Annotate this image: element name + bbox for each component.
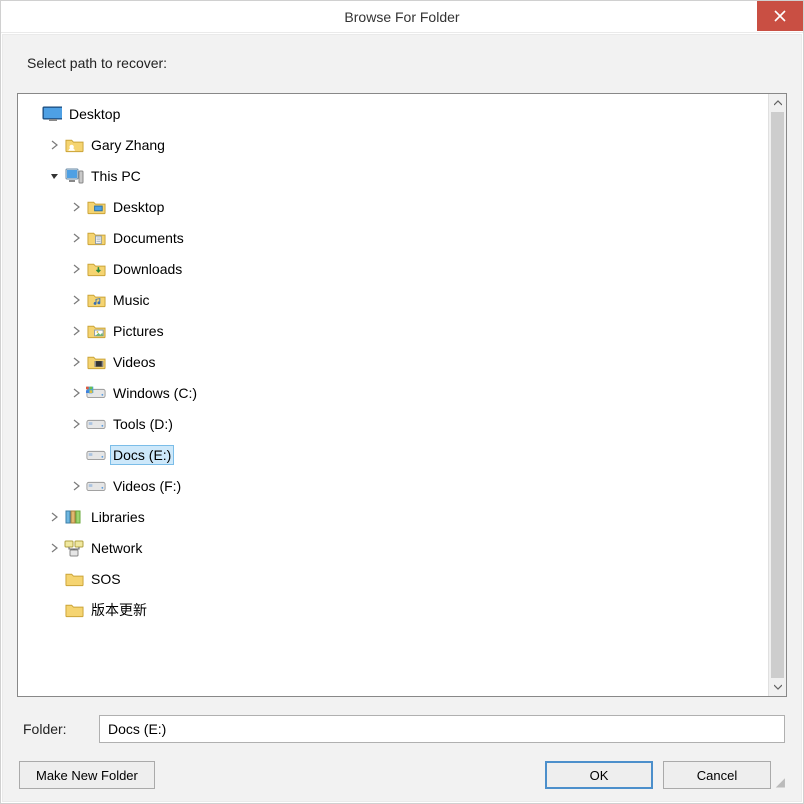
libfolder-desktop-icon	[86, 197, 106, 217]
tree-item[interactable]: This PC	[18, 160, 768, 191]
dialog-content: Select path to recover: Desktop Gary Zhan…	[2, 34, 802, 802]
tree-item-label: SOS	[88, 569, 124, 589]
chevron-right-icon[interactable]	[70, 481, 84, 491]
chevron-right-icon[interactable]	[70, 357, 84, 367]
tree-item[interactable]: Pictures	[18, 315, 768, 346]
close-button[interactable]	[757, 1, 803, 31]
window-title: Browse For Folder	[1, 9, 803, 25]
scroll-thumb[interactable]	[771, 112, 784, 678]
drive-icon	[86, 476, 106, 496]
ok-button[interactable]: OK	[545, 761, 653, 789]
chevron-down-icon	[774, 684, 782, 690]
folder-tree[interactable]: Desktop Gary Zhang This PC Desktop Documents…	[18, 94, 768, 696]
chevron-right-icon[interactable]	[70, 388, 84, 398]
tree-item-label: Videos (F:)	[110, 476, 184, 496]
tree-item[interactable]: Music	[18, 284, 768, 315]
chevron-right-icon[interactable]	[70, 326, 84, 336]
instruction-label: Select path to recover:	[27, 55, 777, 71]
tree-item-label: Pictures	[110, 321, 167, 341]
folder-input[interactable]	[99, 715, 785, 743]
make-new-folder-button[interactable]: Make New Folder	[19, 761, 155, 789]
network-icon	[64, 538, 84, 558]
tree-item-label: Gary Zhang	[88, 135, 168, 155]
tree-item[interactable]: Videos (F:)	[18, 470, 768, 501]
tree-item-label: 版本更新	[88, 598, 150, 622]
tree-item-label: Desktop	[110, 197, 167, 217]
drive-icon	[86, 414, 106, 434]
folder-field-label: Folder:	[19, 721, 99, 737]
scroll-up-arrow[interactable]	[769, 94, 786, 112]
libfolder-vids-icon	[86, 352, 106, 372]
cancel-button[interactable]: Cancel	[663, 761, 771, 789]
tree-item[interactable]: Desktop	[18, 98, 768, 129]
tree-item-label: Docs (E:)	[110, 445, 174, 465]
chevron-right-icon[interactable]	[70, 202, 84, 212]
chevron-down-icon[interactable]	[48, 171, 62, 181]
folder-tree-container: Desktop Gary Zhang This PC Desktop Documents…	[17, 93, 787, 697]
tree-item-label: This PC	[88, 166, 144, 186]
folder-field-row: Folder:	[19, 715, 785, 743]
chevron-right-icon[interactable]	[70, 419, 84, 429]
tree-item[interactable]: Desktop	[18, 191, 768, 222]
tree-item[interactable]: Gary Zhang	[18, 129, 768, 160]
pc-icon	[64, 166, 84, 186]
tree-item[interactable]: Tools (D:)	[18, 408, 768, 439]
chevron-right-icon[interactable]	[48, 512, 62, 522]
tree-item[interactable]: SOS	[18, 563, 768, 594]
tree-item[interactable]: Downloads	[18, 253, 768, 284]
drive-icon	[86, 445, 106, 465]
tree-item[interactable]: Videos	[18, 346, 768, 377]
vertical-scrollbar[interactable]	[768, 94, 786, 696]
chevron-up-icon	[774, 100, 782, 106]
tree-item[interactable]: Network	[18, 532, 768, 563]
browse-folder-dialog: Browse For Folder Select path to recover…	[0, 0, 804, 804]
chevron-right-icon[interactable]	[70, 233, 84, 243]
scroll-down-arrow[interactable]	[769, 678, 786, 696]
titlebar: Browse For Folder	[1, 1, 803, 33]
libfolder-music-icon	[86, 290, 106, 310]
tree-item-label: Desktop	[66, 104, 123, 124]
drive-win-icon	[86, 383, 106, 403]
libfolder-pics-icon	[86, 321, 106, 341]
userfolder-icon	[64, 135, 84, 155]
tree-item[interactable]: 版本更新	[18, 594, 768, 625]
tree-item-label: Music	[110, 290, 153, 310]
libfolder-down-icon	[86, 259, 106, 279]
button-row: Make New Folder OK Cancel ◢	[19, 761, 785, 789]
tree-item-label: Network	[88, 538, 145, 558]
tree-item-label: Tools (D:)	[110, 414, 176, 434]
tree-item[interactable]: Windows (C:)	[18, 377, 768, 408]
resize-grip-icon[interactable]: ◢	[771, 775, 785, 789]
tree-item[interactable]: Documents	[18, 222, 768, 253]
tree-item[interactable]: Libraries	[18, 501, 768, 532]
desktop-icon	[42, 104, 62, 124]
tree-item-label: Libraries	[88, 507, 148, 527]
chevron-right-icon[interactable]	[48, 543, 62, 553]
chevron-right-icon[interactable]	[48, 140, 62, 150]
tree-item-label: Windows (C:)	[110, 383, 200, 403]
folder-icon	[64, 600, 84, 620]
tree-item-label: Videos	[110, 352, 159, 372]
tree-item-label: Documents	[110, 228, 187, 248]
tree-item-label: Downloads	[110, 259, 185, 279]
libraries-icon	[64, 507, 84, 527]
chevron-right-icon[interactable]	[70, 295, 84, 305]
libfolder-docs-icon	[86, 228, 106, 248]
close-icon	[774, 10, 786, 22]
chevron-right-icon[interactable]	[70, 264, 84, 274]
folder-icon	[64, 569, 84, 589]
tree-item[interactable]: Docs (E:)	[18, 439, 768, 470]
